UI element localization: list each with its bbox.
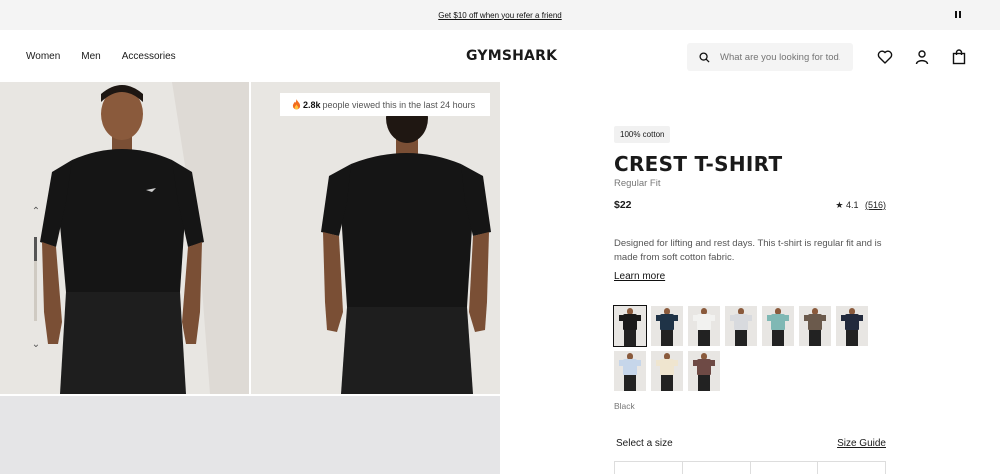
- material-badge: 100% cotton: [614, 126, 671, 143]
- rating-value: 4.1: [845, 199, 859, 210]
- product-image-front[interactable]: ⌃ ⌄: [0, 82, 249, 394]
- color-swatch[interactable]: [651, 351, 683, 391]
- product-price: $22: [614, 199, 632, 211]
- price-row: $22 ★ 4.1 (516): [614, 199, 886, 211]
- swatch-shorts: [846, 330, 858, 346]
- thumbnail-progress-track[interactable]: [34, 237, 37, 321]
- search-input[interactable]: [720, 51, 840, 63]
- star-icon: ★: [835, 199, 844, 210]
- swatch-shirt: [734, 314, 748, 330]
- swatch-shorts: [661, 375, 673, 391]
- rating[interactable]: ★ 4.1 (516): [835, 200, 886, 211]
- product-details: 100% cotton CREST T-SHIRT Regular Fit $2…: [614, 124, 886, 284]
- viewed-text: people viewed this in the last 24 hours: [322, 99, 476, 110]
- swatch-shirt: [623, 359, 637, 375]
- swatch-shorts: [698, 375, 710, 391]
- site-header: Women Men Accessories GYMSHARK: [0, 30, 1000, 82]
- swatch-shorts: [624, 375, 636, 391]
- review-count[interactable]: (516): [865, 200, 886, 210]
- swatch-shirt: [660, 314, 674, 330]
- logo[interactable]: GYMSHARK: [466, 48, 557, 64]
- swatch-shorts: [735, 330, 747, 346]
- color-swatch[interactable]: [688, 351, 720, 391]
- pause-icon[interactable]: [955, 11, 962, 19]
- thumbnail-progress-indicator: [34, 237, 37, 261]
- swatch-shorts: [661, 330, 673, 346]
- heart-icon[interactable]: [877, 49, 893, 65]
- color-swatch[interactable]: [836, 306, 868, 346]
- chevron-up-icon[interactable]: ⌃: [30, 207, 42, 217]
- swatch-shirt: [697, 359, 711, 375]
- viewed-count: 2.8k: [303, 99, 321, 110]
- swatch-shorts: [698, 330, 710, 346]
- swatch-shirt: [771, 314, 785, 330]
- chevron-down-icon[interactable]: ⌄: [30, 340, 42, 350]
- swatch-shirt: [660, 359, 674, 375]
- size-option[interactable]: [615, 462, 683, 474]
- color-swatches: [613, 305, 874, 391]
- promo-bar: Get $10 off when you refer a friend: [0, 0, 1000, 30]
- product-image-back[interactable]: [251, 82, 500, 394]
- search-icon: [699, 51, 710, 63]
- product-title: CREST T-SHIRT: [614, 152, 783, 176]
- model-back-image: [251, 82, 500, 394]
- swatch-shorts: [809, 330, 821, 346]
- color-swatch[interactable]: [651, 306, 683, 346]
- select-size-label: Select a size: [616, 438, 673, 449]
- color-swatch[interactable]: [799, 306, 831, 346]
- nav-accessories[interactable]: Accessories: [122, 51, 176, 62]
- nav-men[interactable]: Men: [81, 51, 100, 62]
- color-swatch[interactable]: [688, 306, 720, 346]
- bag-icon[interactable]: [951, 49, 967, 65]
- product-description: Designed for lifting and rest days. This…: [614, 238, 882, 263]
- color-swatch[interactable]: [613, 305, 647, 347]
- thumbnail-scroller[interactable]: ⌃ ⌄: [30, 207, 42, 352]
- nav-women[interactable]: Women: [26, 51, 60, 62]
- product-image-secondary[interactable]: [0, 396, 500, 474]
- swatch-shorts: [772, 330, 784, 346]
- color-swatch[interactable]: [725, 306, 757, 346]
- learn-more-link[interactable]: Learn more: [614, 271, 665, 282]
- promo-link[interactable]: Get $10 off when you refer a friend: [438, 11, 561, 20]
- swatch-shirt: [808, 314, 822, 330]
- main-nav: Women Men Accessories: [26, 51, 176, 62]
- size-guide-link[interactable]: Size Guide: [837, 438, 886, 449]
- size-option[interactable]: [818, 462, 885, 474]
- swatch-shirt: [697, 314, 711, 330]
- viewed-count-badge: 2.8k people viewed this in the last 24 h…: [280, 93, 490, 116]
- selected-color-name: Black: [614, 401, 635, 411]
- product-fit: Regular Fit: [614, 178, 661, 189]
- swatch-shirt: [845, 314, 859, 330]
- swatch-shorts: [624, 330, 636, 346]
- search-bar[interactable]: [687, 43, 853, 71]
- size-options: [614, 461, 886, 474]
- user-icon[interactable]: [914, 49, 930, 65]
- color-swatch[interactable]: [614, 351, 646, 391]
- swatch-shirt: [623, 314, 637, 330]
- size-option[interactable]: [683, 462, 751, 474]
- size-header: Select a size Size Guide: [616, 438, 886, 449]
- color-swatch[interactable]: [762, 306, 794, 346]
- size-option[interactable]: [751, 462, 819, 474]
- flame-icon: [292, 99, 301, 110]
